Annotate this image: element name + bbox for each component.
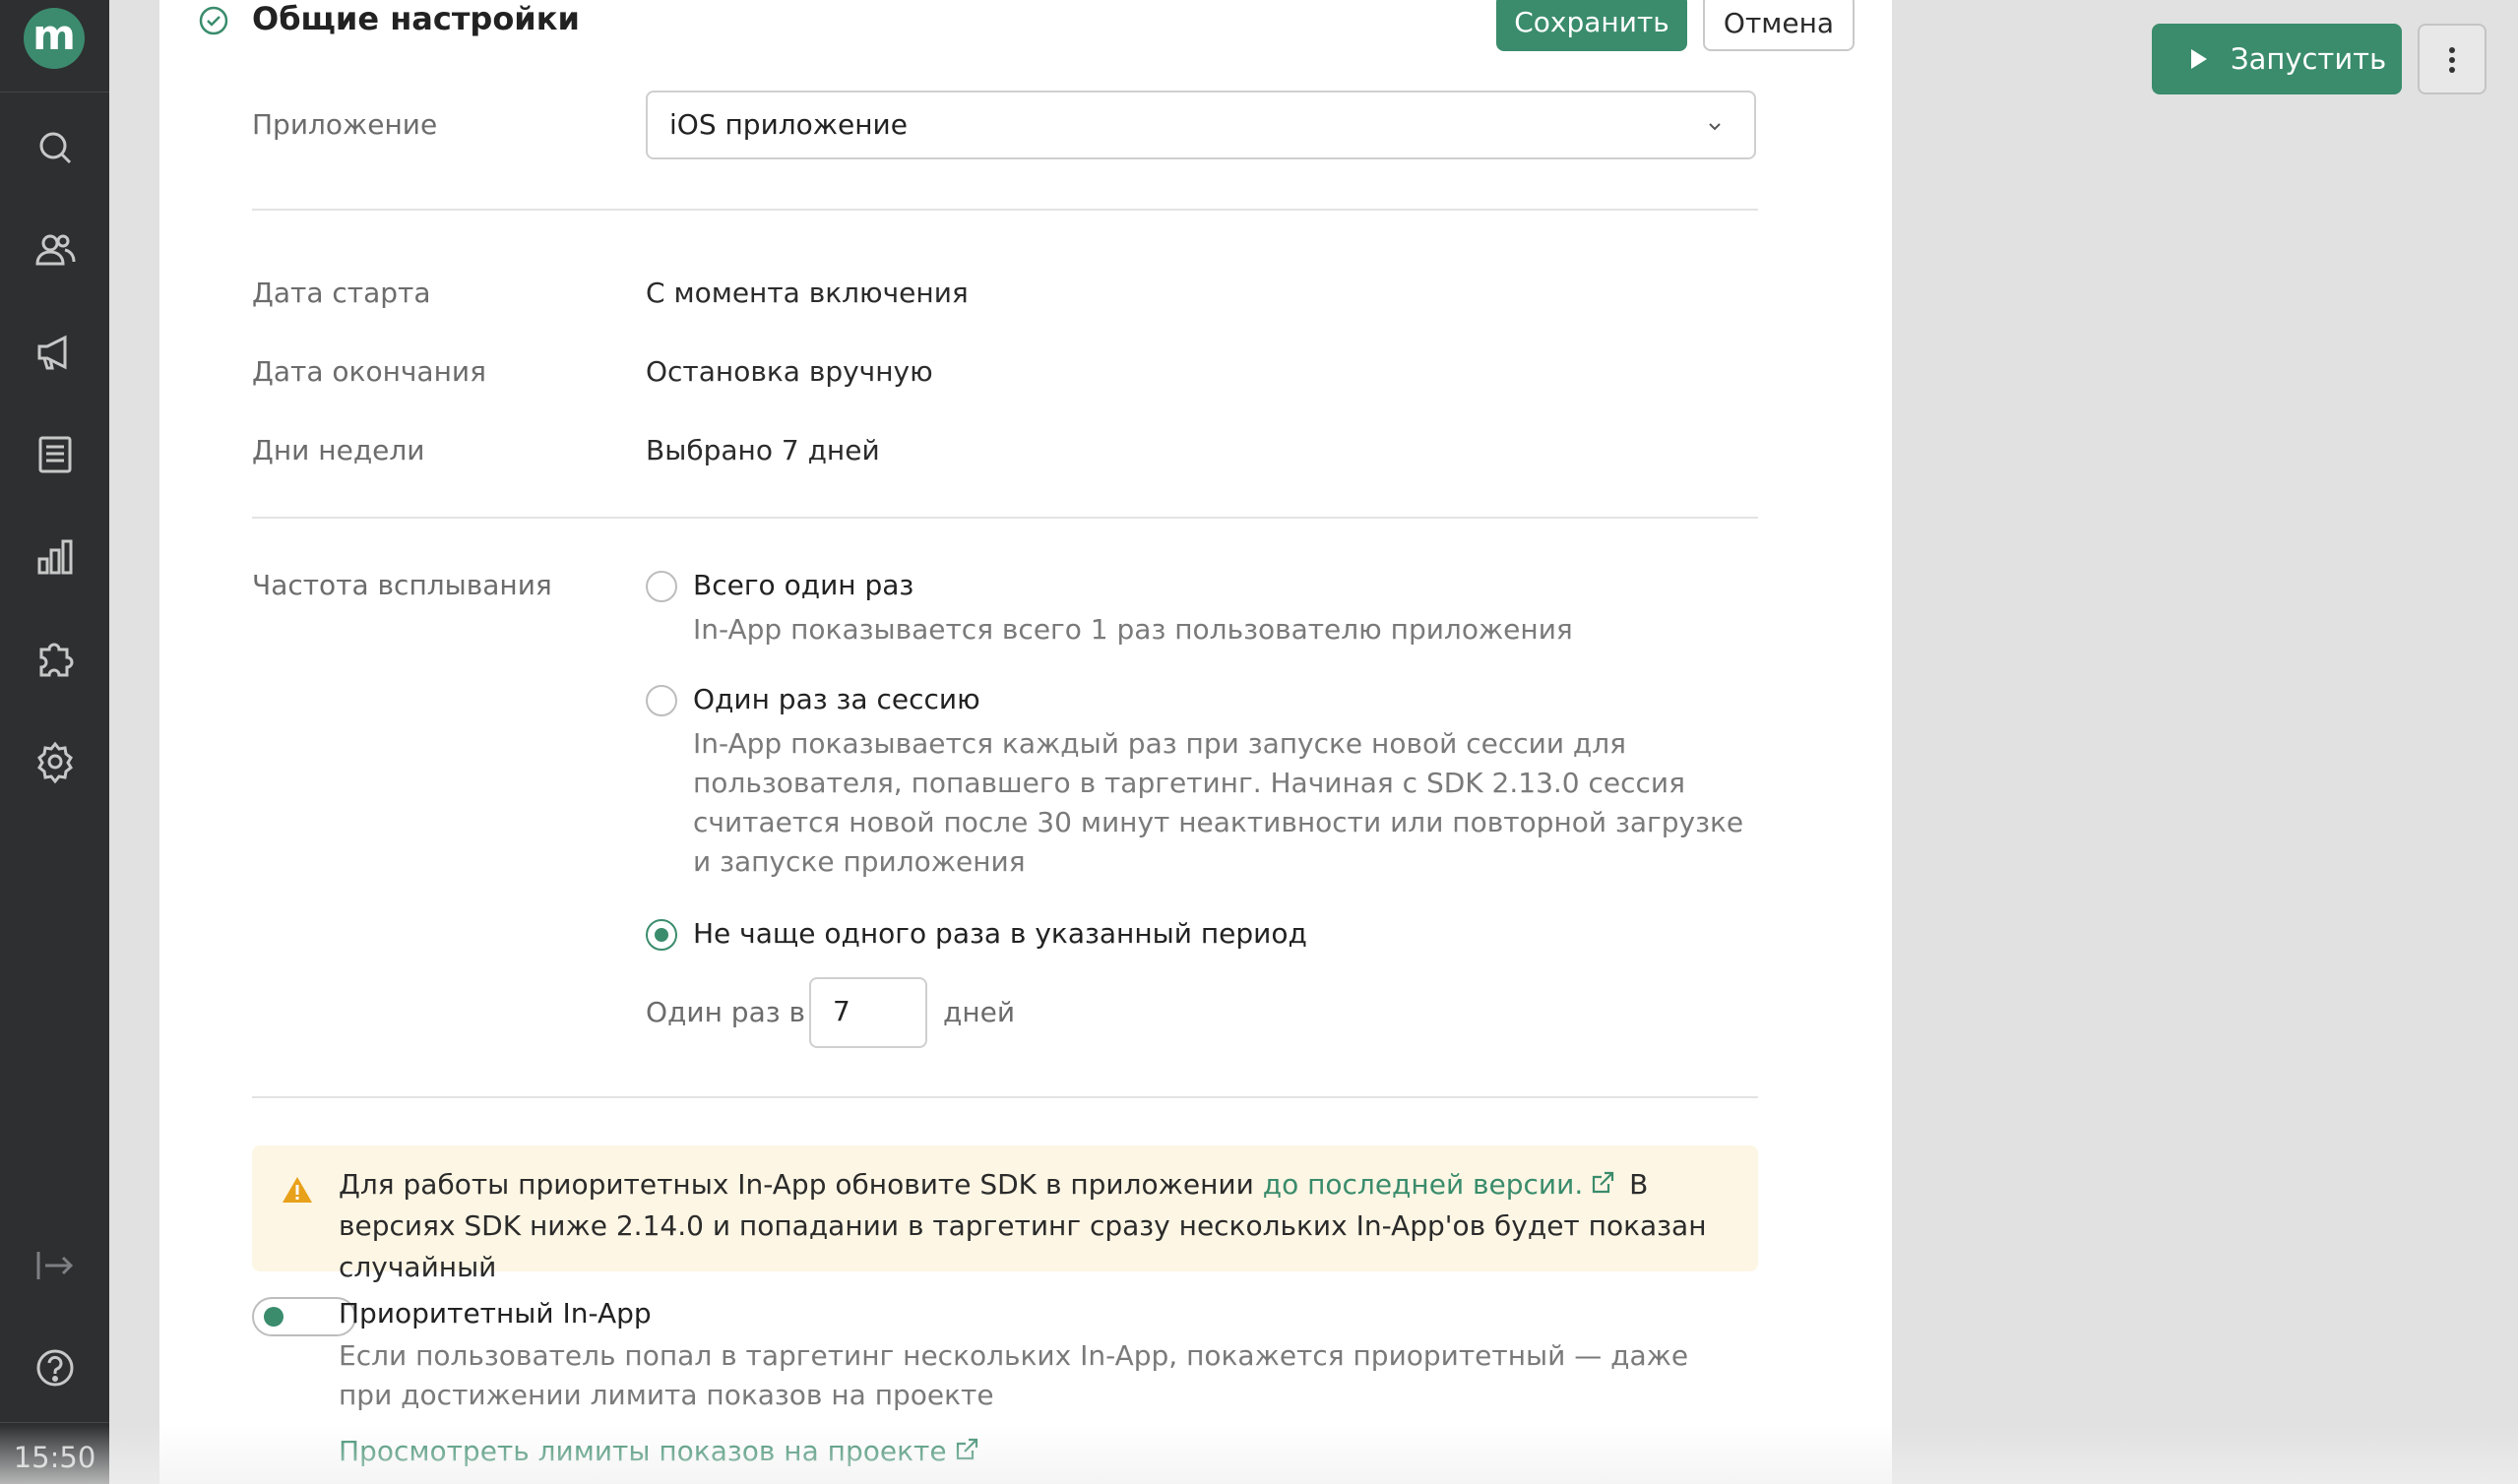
logo[interactable]: m (24, 8, 85, 69)
help-icon[interactable] (30, 1342, 81, 1393)
radio-once-desc: In-App показывается всего 1 раз пользова… (693, 613, 1573, 646)
radio-once-label[interactable]: Всего один раз (693, 569, 913, 601)
radio-period[interactable] (646, 919, 677, 951)
end-date-value[interactable]: Остановка вручную (646, 355, 933, 388)
sidebar: m 15:50 (0, 0, 109, 1484)
check-circle-icon (199, 6, 228, 35)
play-icon (2191, 49, 2207, 69)
warning-text-before: Для работы приоритетных In-App обновите … (339, 1168, 1263, 1201)
period-prefix: Один раз в (646, 996, 806, 1028)
sidebar-divider (0, 92, 109, 93)
divider (252, 517, 1758, 519)
warning-text: Для работы приоритетных In-App обновите … (339, 1164, 1727, 1288)
section-title: Общие настройки (252, 0, 580, 37)
run-button-label: Запустить (2231, 42, 2387, 76)
app-select-value: iOS приложение (669, 108, 908, 141)
period-days-input[interactable]: 7 (809, 977, 927, 1048)
save-button[interactable]: Сохранить (1496, 0, 1687, 51)
end-date-label: Дата окончания (252, 355, 486, 388)
puzzle-icon[interactable] (30, 634, 81, 685)
frequency-label: Частота всплывания (252, 569, 552, 601)
clock: 15:50 (13, 1441, 96, 1474)
radio-once[interactable] (646, 571, 677, 602)
divider (252, 1096, 1758, 1098)
sdk-update-link[interactable]: до последней версии. (1263, 1168, 1584, 1201)
megaphone-icon[interactable] (30, 327, 81, 378)
settings-panel: Общие настройки Сохранить Отмена Приложе… (159, 0, 1892, 1484)
period-suffix: дней (943, 996, 1016, 1028)
priority-title: Приоритетный In-App (339, 1297, 652, 1329)
users-icon[interactable] (30, 224, 81, 276)
bar-chart-icon[interactable] (30, 531, 81, 583)
divider (252, 209, 1758, 211)
view-limits-link[interactable]: Просмотреть лимиты показов на проекте (339, 1435, 984, 1467)
start-date-value[interactable]: С момента включения (646, 277, 969, 309)
external-link-icon[interactable] (953, 1436, 980, 1463)
chevron-down-icon (1709, 123, 1721, 131)
gear-icon[interactable] (30, 736, 81, 787)
warning-icon (283, 1177, 312, 1203)
sidebar-divider (0, 1422, 109, 1423)
more-options-button[interactable] (2418, 24, 2487, 94)
view-limits-link-label[interactable]: Просмотреть лимиты показов на проекте (339, 1435, 947, 1467)
cancel-button[interactable]: Отмена (1703, 0, 1855, 51)
search-icon[interactable] (30, 122, 81, 173)
radio-per-session-label[interactable]: Один раз за сессию (693, 683, 980, 715)
radio-period-label[interactable]: Не чаще одного раза в указанный период (693, 917, 1307, 950)
start-date-label: Дата старта (252, 277, 431, 309)
run-button[interactable]: Запустить (2152, 24, 2402, 94)
radio-per-session[interactable] (646, 685, 677, 716)
priority-desc: Если пользователь попал в таргетинг неск… (339, 1339, 1689, 1411)
external-link-icon[interactable] (1589, 1169, 1616, 1197)
radio-per-session-desc: In-App показывается каждый раз при запус… (693, 727, 1744, 878)
collapse-icon[interactable] (30, 1240, 81, 1291)
document-list-icon[interactable] (30, 429, 81, 480)
weekdays-value[interactable]: Выбрано 7 дней (646, 434, 880, 466)
app-select[interactable]: iOS приложение (646, 91, 1756, 159)
weekdays-label: Дни недели (252, 434, 425, 466)
more-vertical-icon (2449, 47, 2455, 73)
app-label: Приложение (252, 108, 438, 141)
